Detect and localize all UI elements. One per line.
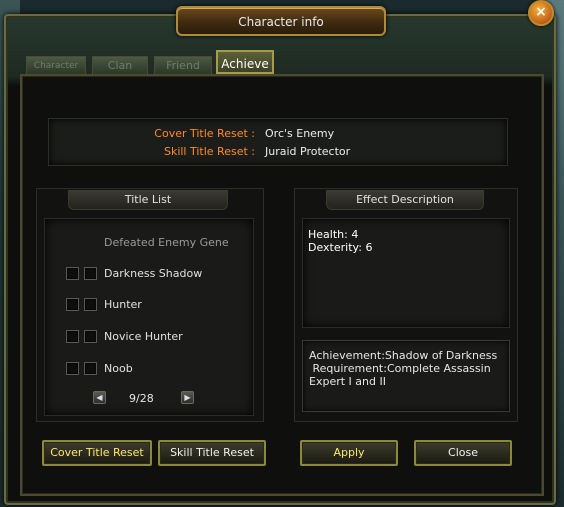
window-title: Character info — [238, 15, 324, 29]
tab-character[interactable]: Character — [26, 56, 86, 74]
title-item-label: Hunter — [104, 298, 142, 311]
tab-clan[interactable]: Clan — [92, 56, 148, 74]
skill-title-reset-label: Skill Title Reset : — [163, 145, 255, 158]
skill-title-reset-button[interactable]: Skill Title Reset — [158, 440, 266, 466]
title-checkbox-cover[interactable] — [66, 298, 79, 311]
effect-stat-line: Health: 4 — [308, 228, 359, 241]
close-button[interactable]: Close — [414, 440, 512, 466]
title-item-label: Noob — [104, 362, 133, 375]
skill-title-reset-value: Juraid Protector — [265, 145, 351, 158]
cover-title-reset-button[interactable]: Cover Title Reset — [42, 440, 152, 466]
title-item-label: Darkness Shadow — [104, 267, 203, 280]
cover-title-reset-row: Cover Title Reset : Orc's Enemy — [49, 127, 507, 143]
title-checkbox-skill[interactable] — [84, 298, 97, 311]
effect-description-header: Effect Description — [326, 190, 484, 210]
next-page-button[interactable]: ▶ — [181, 391, 194, 404]
title-checkbox-cover[interactable] — [66, 362, 79, 375]
page-indicator: 9/28 — [129, 392, 154, 405]
achievement-description-text: Achievement:Shadow of Darkness Requireme… — [309, 349, 498, 388]
title-checkbox-skill[interactable] — [84, 267, 97, 280]
title-list-header: Title List — [68, 190, 228, 210]
cover-title-reset-value: Orc's Enemy — [265, 127, 335, 140]
tab-achieve[interactable]: Achieve — [216, 50, 274, 74]
window-title-plate: Character info — [176, 6, 386, 36]
title-checkbox-skill[interactable] — [84, 330, 97, 343]
apply-button[interactable]: Apply — [300, 440, 398, 466]
effect-stat-line: Dexterity: 6 — [308, 241, 373, 254]
title-checkbox-cover[interactable] — [66, 330, 79, 343]
title-group-header: Defeated Enemy Gene — [104, 236, 229, 249]
prev-page-button[interactable]: ◀ — [93, 391, 106, 404]
title-item-label: Novice Hunter — [104, 330, 183, 343]
skill-title-reset-row: Skill Title Reset : Juraid Protector — [49, 145, 507, 161]
cover-title-reset-label: Cover Title Reset : — [154, 127, 255, 140]
title-reset-panel: Cover Title Reset : Orc's Enemy Skill Ti… — [48, 118, 508, 166]
tab-friend[interactable]: Friend — [154, 56, 212, 74]
close-window-button[interactable]: × — [528, 0, 554, 26]
title-checkbox-skill[interactable] — [84, 362, 97, 375]
close-icon: × — [535, 4, 547, 20]
title-checkbox-cover[interactable] — [66, 267, 79, 280]
